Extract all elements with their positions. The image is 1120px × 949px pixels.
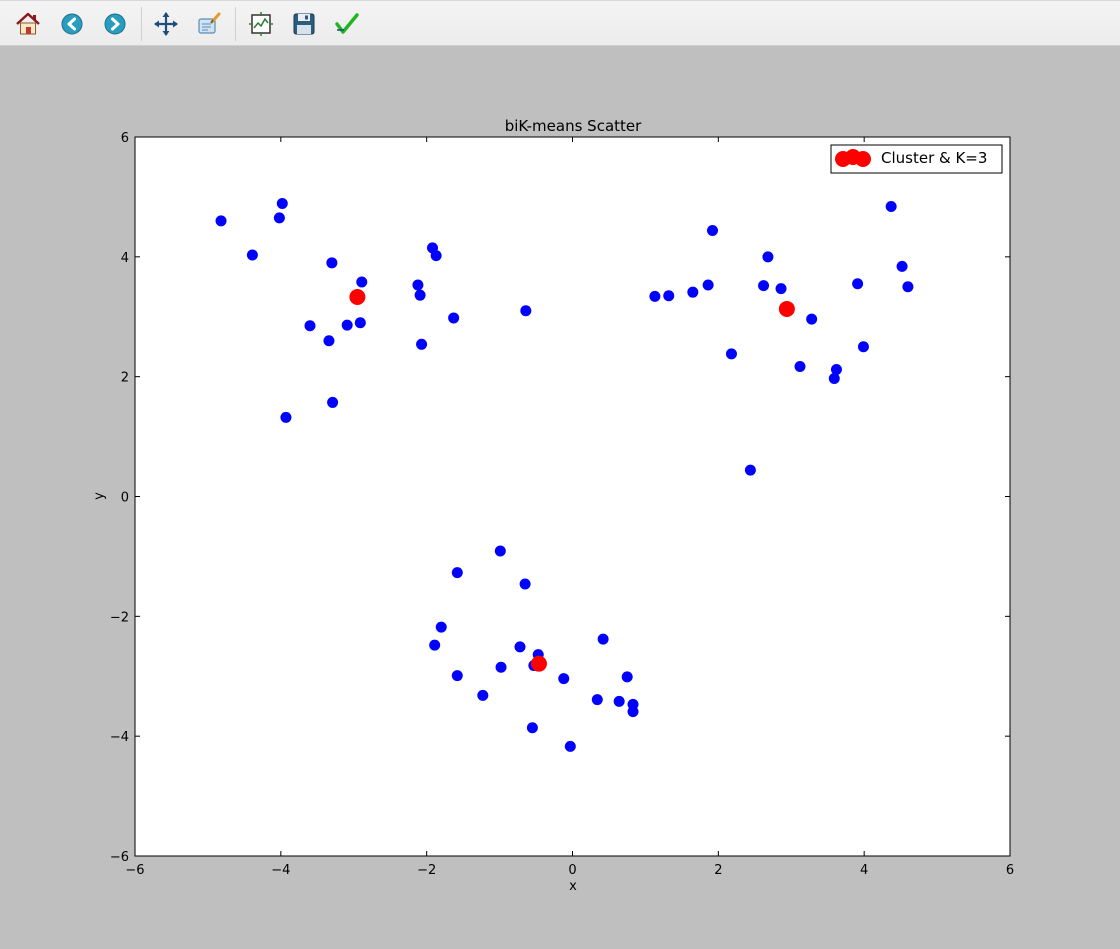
back-arrow-icon — [61, 13, 83, 35]
subplots-icon — [249, 12, 273, 36]
data-point — [597, 633, 609, 645]
data-point — [448, 312, 460, 324]
data-point — [412, 279, 424, 291]
data-point — [276, 198, 288, 210]
zoom-icon — [198, 12, 221, 34]
x-tick-label: 0 — [568, 863, 576, 878]
data-point — [725, 348, 737, 360]
data-point — [304, 320, 316, 332]
data-point — [627, 706, 639, 718]
data-point — [416, 338, 428, 350]
x-tick-label: 6 — [1006, 863, 1014, 878]
save-button[interactable] — [287, 7, 321, 41]
data-point — [215, 215, 227, 227]
forward-button[interactable] — [98, 7, 132, 41]
x-axis-label: x — [569, 879, 577, 894]
data-point — [885, 201, 897, 213]
data-point — [857, 341, 869, 353]
data-point — [514, 641, 526, 653]
legend-label: Cluster & K=3 — [881, 149, 987, 167]
chart-title: biK-means Scatter — [505, 117, 642, 135]
data-point — [828, 372, 840, 384]
data-point — [494, 545, 506, 557]
data-point — [246, 249, 258, 261]
y-tick-label: 2 — [121, 371, 129, 386]
data-point — [558, 673, 570, 685]
cluster-centroid-point — [349, 288, 366, 305]
checkmark-icon — [335, 13, 359, 34]
data-point — [477, 689, 489, 701]
data-point — [451, 567, 463, 579]
data-point — [762, 251, 774, 263]
data-point — [663, 290, 675, 302]
data-point — [327, 396, 339, 408]
x-tick-label: −4 — [271, 863, 290, 878]
data-point — [356, 276, 368, 288]
forward-arrow-icon — [104, 13, 126, 35]
data-point — [852, 278, 864, 290]
data-point — [414, 289, 426, 301]
data-point — [429, 639, 441, 651]
x-tick-label: 2 — [714, 863, 722, 878]
cluster-centroid-point — [530, 655, 547, 672]
y-axis-label: y — [92, 492, 107, 500]
cluster-centroid-point — [778, 300, 795, 317]
y-tick-label: 0 — [121, 491, 129, 506]
configure-subplots-button[interactable] — [244, 7, 278, 41]
data-point — [564, 740, 576, 752]
navigation-toolbar — [0, 0, 1120, 46]
home-button[interactable] — [11, 7, 45, 41]
data-point — [613, 695, 625, 707]
data-point — [341, 319, 353, 331]
y-tick-label: −6 — [110, 850, 129, 865]
figure-canvas[interactable]: biK-means Scatter −6 −4 −2 0 2 4 6 −6 −4 −2 0 2 4 6 x… — [0, 46, 1120, 945]
toolbar-separator — [141, 7, 142, 41]
y-tick-label: −2 — [110, 610, 129, 625]
legend-marker — [855, 151, 871, 167]
data-point — [495, 661, 507, 673]
data-point — [520, 305, 532, 317]
x-tick-label: 4 — [860, 863, 868, 878]
data-point — [323, 335, 335, 347]
pan-icon — [154, 12, 178, 36]
pan-button[interactable] — [149, 7, 183, 41]
toolbar-separator — [235, 7, 236, 41]
data-point — [794, 360, 806, 372]
data-point — [687, 286, 699, 298]
data-point — [326, 257, 338, 269]
data-point — [775, 283, 787, 295]
save-icon — [293, 13, 315, 35]
data-point — [273, 212, 285, 224]
x-tick-label: −2 — [417, 863, 436, 878]
edit-parameters-button[interactable] — [330, 7, 364, 41]
home-icon — [16, 12, 40, 35]
data-point — [430, 250, 442, 262]
data-point — [280, 411, 292, 423]
y-tick-label: 4 — [121, 251, 129, 266]
data-point — [435, 621, 447, 633]
data-point — [902, 281, 914, 293]
data-point — [519, 578, 531, 590]
legend: Cluster & K=3 — [830, 144, 1003, 174]
y-tick-label: 6 — [121, 131, 129, 146]
data-point — [806, 313, 818, 325]
data-point — [621, 671, 633, 683]
data-point — [526, 722, 538, 734]
scatter-chart: biK-means Scatter −6 −4 −2 0 2 4 6 −6 −4 −2 0 2 4 6 x… — [92, 117, 1014, 894]
y-tick-label: −4 — [110, 730, 129, 745]
data-point — [702, 279, 714, 291]
data-point — [758, 280, 770, 292]
x-tick-label: −6 — [125, 863, 144, 878]
back-button[interactable] — [55, 7, 89, 41]
data-point — [354, 317, 366, 329]
data-point — [707, 224, 718, 236]
data-point — [649, 290, 661, 302]
data-point — [451, 670, 463, 682]
zoom-button[interactable] — [192, 7, 226, 41]
data-point — [591, 694, 603, 706]
data-point — [744, 464, 756, 476]
data-point — [896, 260, 908, 272]
